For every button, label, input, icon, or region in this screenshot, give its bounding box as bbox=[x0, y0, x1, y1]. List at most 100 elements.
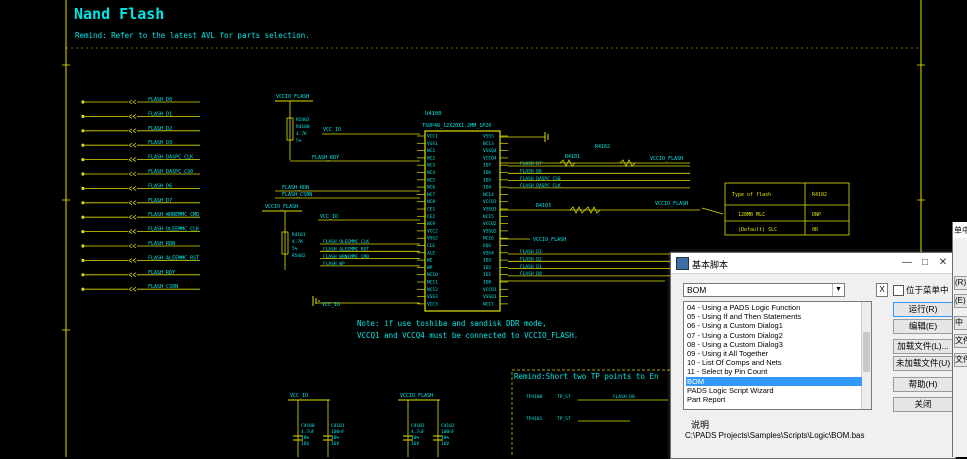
res-left-value: 5% bbox=[292, 246, 298, 252]
maximize-icon[interactable]: □ bbox=[917, 256, 933, 269]
secondary-titlebar[interactable]: 单中 bbox=[953, 222, 967, 238]
scrollbar-thumb[interactable] bbox=[863, 332, 870, 372]
res-left-value: R4101 bbox=[292, 232, 306, 238]
secondary-button-4[interactable]: 文件 bbox=[954, 334, 967, 348]
script-list-item[interactable]: 04 - Using a PADS Logic Function bbox=[686, 303, 862, 312]
script-list-item[interactable]: 11 - Select by Pin Count bbox=[686, 367, 862, 376]
cap-voltage: 16V bbox=[411, 441, 419, 447]
net-port bbox=[81, 230, 85, 234]
remind2-text: Remind:Short two TP points to En bbox=[514, 372, 659, 381]
ic-left-pin: WP bbox=[427, 265, 433, 271]
flash-cs0n-net: FLASH_CS0N bbox=[282, 192, 312, 198]
right-net-label: FLASH_D1 bbox=[520, 264, 542, 270]
left-net-label: FLASH_D3 bbox=[148, 140, 172, 146]
ic-right-pin: VSSQ4 bbox=[483, 148, 497, 154]
in-menu-checkbox[interactable] bbox=[893, 285, 904, 296]
right-net-label: FLASH_DASPC_CS0 bbox=[520, 176, 561, 182]
ic-right-pin: IO1 bbox=[483, 272, 491, 278]
script-combo[interactable]: BOM ▼ bbox=[683, 283, 845, 297]
secondary-dialog[interactable]: 单中 (R) (E) 中 文件 文件 bbox=[952, 222, 967, 457]
vccio-flash-r3: VCCIO_FLASH bbox=[533, 237, 566, 243]
unload-file-button[interactable]: 未加载文件(U) bbox=[893, 356, 953, 371]
left-net-label: FLASH_RDY bbox=[148, 270, 175, 276]
ic-left-pin: CE2 bbox=[427, 214, 435, 220]
basic-scripts-dialog[interactable]: 基本脚本 — □ ✕ BOM ▼ X 位于菜单中 04 - Using a PA… bbox=[670, 252, 956, 459]
run-button[interactable]: 运行(R) bbox=[893, 302, 953, 317]
res-top-value: R4100 bbox=[296, 124, 310, 130]
ic-left-pin: VSS3 bbox=[427, 294, 438, 300]
left-net-label: FLASH_DASPC_CS0 bbox=[148, 169, 193, 175]
ic-right-pin: NC17 bbox=[483, 301, 494, 307]
ic-right-pin: VSSQ2 bbox=[483, 228, 497, 234]
script-list[interactable]: 04 - Using a PADS Logic Function 05 - Usi… bbox=[683, 301, 872, 410]
chevron-down-icon[interactable]: ▼ bbox=[832, 284, 844, 296]
ic-left-pin: NC8 bbox=[427, 199, 435, 205]
script-list-item[interactable]: 10 - List Of Comps and Nets bbox=[686, 358, 862, 367]
secondary-run-button[interactable]: (R) bbox=[954, 276, 967, 290]
ic-left-pin: VSS2 bbox=[427, 236, 438, 242]
ic-right-pin: VSSQ1 bbox=[483, 294, 497, 300]
ic-left-pin: CE1 bbox=[427, 207, 435, 213]
script-list-item[interactable]: 08 - Using a Custom Dialog3 bbox=[686, 340, 862, 349]
right-net-label: FLASH_D0 bbox=[520, 271, 542, 277]
script-list-item[interactable]: 07 - Using a Custom Dialog2 bbox=[686, 331, 862, 340]
ic-left-pin: NC11 bbox=[427, 280, 438, 286]
ic-left-pin: NC3 bbox=[427, 163, 435, 169]
clear-button[interactable]: X bbox=[876, 283, 888, 297]
right-net-label: FLASH_D6 bbox=[520, 169, 542, 175]
minimize-icon[interactable]: — bbox=[899, 256, 915, 269]
tp4100-label: TP4100 bbox=[526, 394, 543, 400]
secondary-button-5[interactable]: 文件 bbox=[954, 353, 967, 367]
script-list-item[interactable]: 09 - Using it All Together bbox=[686, 349, 862, 358]
net-port bbox=[81, 201, 85, 205]
ic-left-pin: NC7 bbox=[427, 192, 435, 198]
dialog-titlebar[interactable]: 基本脚本 — □ ✕ bbox=[671, 253, 955, 274]
edit-button[interactable]: 编辑(E) bbox=[893, 319, 953, 334]
ic-left-pin: NC9 bbox=[427, 221, 435, 227]
script-list-item[interactable]: 06 - Using a Custom Dialog1 bbox=[686, 321, 862, 330]
close-button[interactable]: 关闭 bbox=[893, 397, 953, 412]
vcc-io-label-1: VCC_IO bbox=[323, 127, 341, 133]
table-row2-val: 0R bbox=[812, 227, 819, 233]
ic-left-pin: VCC1 bbox=[427, 134, 438, 140]
script-combo-value: BOM bbox=[687, 285, 707, 295]
left-net-label: FLASH_ALEEMMC_RST bbox=[148, 255, 199, 261]
ic-left-pin: ALE bbox=[427, 250, 435, 256]
mid-net-label: FLASH_OLEEMMC_CLK bbox=[323, 239, 369, 245]
vcc-io-label-3: VCC_IO bbox=[322, 302, 340, 308]
script-list-item[interactable]: PADS Logic Script Wizard bbox=[686, 386, 862, 395]
schematic-title: Nand Flash bbox=[74, 5, 164, 23]
net-port bbox=[81, 129, 85, 133]
list-scrollbar[interactable] bbox=[861, 302, 871, 409]
cap-value: 4.7uF bbox=[301, 429, 315, 435]
table-header-r4102: R4102 bbox=[812, 192, 827, 198]
app-icon bbox=[676, 257, 689, 270]
cap-rail-net: VCCIO_FLASH bbox=[400, 393, 433, 399]
ic-right-pin: IO5 bbox=[483, 177, 491, 183]
ic-left-pin: WE bbox=[427, 258, 433, 264]
ic-right-pin: NC15 bbox=[483, 214, 494, 220]
ic-right-pin: VCCQ2 bbox=[483, 221, 497, 227]
script-list-item[interactable]: BOM bbox=[686, 376, 862, 386]
ic-left-pin: NC5 bbox=[427, 177, 435, 183]
help-button[interactable]: 帮助(H) bbox=[893, 377, 953, 392]
res-top-value: R5402 bbox=[296, 117, 310, 123]
load-file-button[interactable]: 加载文件(L)... bbox=[893, 339, 953, 354]
r4101-ref: R4101 bbox=[565, 154, 580, 160]
ic-left-pin: NC6 bbox=[427, 185, 435, 191]
cap-voltage: 16V bbox=[301, 441, 309, 447]
vccio-flash-r1: VCCIO_FLASH bbox=[650, 156, 683, 162]
cap-value: 100nF bbox=[441, 429, 455, 435]
cap-voltage: 16V bbox=[331, 441, 339, 447]
secondary-edit-button[interactable]: (E) bbox=[954, 294, 967, 308]
secondary-button-3[interactable]: 中 bbox=[954, 316, 967, 330]
close-icon[interactable]: ✕ bbox=[935, 256, 951, 269]
ic-right-pin: IO7 bbox=[483, 163, 491, 169]
script-list-item[interactable]: 05 - Using If and Then Statements bbox=[686, 312, 862, 321]
cap-value: 100nF bbox=[331, 429, 345, 435]
tp-flash-d0: FLASH_D0 bbox=[613, 394, 635, 400]
table-row1-type: 128MB MLC bbox=[738, 212, 765, 218]
tp4101-label: TP4101 bbox=[526, 416, 543, 422]
ic-right-pin: VSSQ3 bbox=[483, 207, 497, 213]
script-list-item[interactable]: Part Report bbox=[686, 395, 862, 404]
